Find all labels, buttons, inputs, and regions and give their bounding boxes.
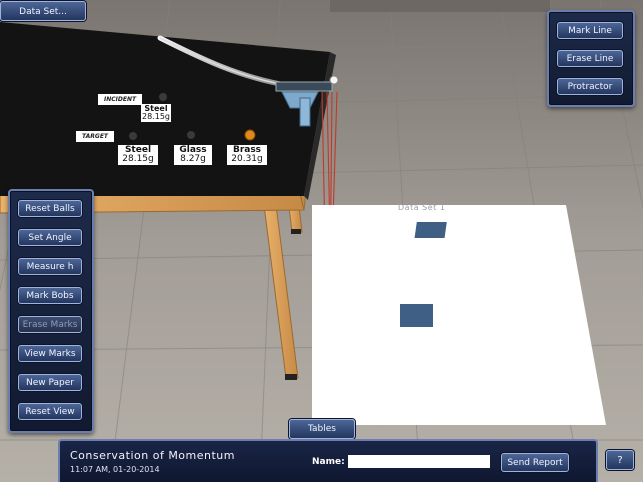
line-tools-panel: Mark Line Erase Line Protractor: [547, 10, 635, 107]
controls-panel: Reset Balls Set Angle Measure h Mark Bob…: [8, 189, 94, 433]
ramp-end: [275, 81, 333, 92]
tables-button[interactable]: Tables: [289, 419, 355, 439]
erase-line-button[interactable]: Erase Line: [557, 50, 623, 67]
glass-ball-spot: [187, 131, 195, 139]
target-square-near: [400, 304, 433, 327]
new-paper-button[interactable]: New Paper: [18, 374, 82, 391]
target-label: TARGET: [76, 131, 115, 142]
brass-card: Brass 20.31g: [227, 145, 267, 165]
name-label: Name:: [312, 457, 345, 467]
view-marks-button[interactable]: View Marks: [18, 345, 82, 362]
incident-steel-mass: 28.15g: [142, 112, 170, 121]
reset-view-button[interactable]: Reset View: [18, 403, 82, 420]
target-square-far: [414, 222, 447, 238]
glass-mass: 8.27g: [180, 154, 206, 164]
help-button[interactable]: ?: [606, 450, 634, 470]
experiment-title: Conservation of Momentum: [70, 449, 235, 462]
reset-balls-button[interactable]: Reset Balls: [18, 200, 82, 217]
brass-ball: [244, 129, 256, 141]
name-input[interactable]: [348, 455, 490, 468]
target-steel-mass: 28.15g: [122, 154, 154, 164]
timestamp: 11:07 AM, 01-20-2014: [70, 465, 160, 474]
mark-line-button[interactable]: Mark Line: [557, 22, 623, 39]
send-report-button[interactable]: Send Report: [501, 453, 569, 472]
incident-steel-card: Steel 28.15g: [141, 104, 171, 122]
erase-marks-button[interactable]: Erase Marks: [18, 316, 82, 333]
paper-label: Data Set 1: [398, 203, 446, 212]
target-steel-card: Steel 28.15g: [118, 145, 158, 165]
wall-strip: [330, 0, 550, 12]
protractor-button[interactable]: Protractor: [557, 78, 623, 95]
report-bar: Conservation of Momentum 11:07 AM, 01-20…: [58, 439, 598, 482]
clamp: [299, 97, 311, 127]
pendulum-pivot: [329, 75, 339, 85]
glass-card: Glass 8.27g: [174, 145, 212, 165]
incident-ball-spot: [159, 93, 167, 101]
measure-h-button[interactable]: Measure h: [18, 258, 82, 275]
incident-label: INCIDENT: [98, 94, 143, 105]
data-set-button[interactable]: Data Set...: [0, 1, 86, 21]
set-angle-button[interactable]: Set Angle: [18, 229, 82, 246]
target-ball-spot: [129, 132, 137, 140]
brass-mass: 20.31g: [231, 154, 263, 164]
paper-sheet: [312, 205, 606, 425]
mark-bobs-button[interactable]: Mark Bobs: [18, 287, 82, 304]
